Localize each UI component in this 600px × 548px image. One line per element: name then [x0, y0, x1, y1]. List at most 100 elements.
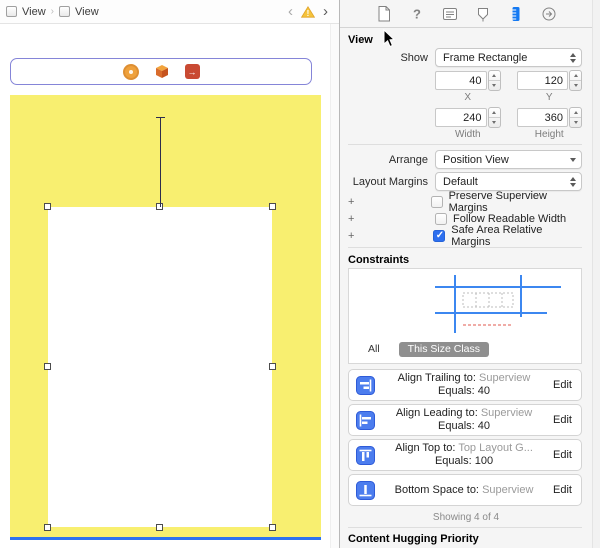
- y-label: Y: [545, 92, 553, 103]
- popup-chevrons-icon: [570, 52, 581, 63]
- separator: [348, 527, 582, 528]
- exit-segue-icon[interactable]: →: [184, 64, 200, 79]
- forward-chevron-icon[interactable]: ›: [320, 4, 331, 19]
- checkbox-safe-area-relative-margins[interactable]: [433, 229, 446, 242]
- resize-handle-bottom-middle[interactable]: [156, 524, 163, 531]
- tab-this-size-class[interactable]: This Size Class: [398, 342, 490, 357]
- breadcrumb-chevron-icon: ›: [50, 6, 54, 17]
- bottom-constraint-line[interactable]: [10, 537, 321, 540]
- tab-all[interactable]: All: [359, 342, 389, 357]
- constraints-section-title: Constraints: [348, 254, 410, 266]
- width-field[interactable]: [435, 108, 487, 127]
- top-constraint-line[interactable]: [160, 117, 161, 207]
- align-top-icon: [356, 445, 375, 465]
- height-label: Height: [534, 129, 564, 140]
- show-label: Show: [400, 51, 428, 64]
- constraint-target: Superview: [479, 372, 531, 384]
- arrange-popup[interactable]: Position View: [435, 150, 582, 169]
- first-responder-cube-icon[interactable]: [154, 64, 170, 80]
- y-stepper[interactable]: [569, 70, 582, 91]
- layout-margins-label: Layout Margins: [352, 175, 428, 188]
- checkbox-label: Safe Area Relative Margins: [451, 223, 543, 248]
- wh-fields-row: [435, 107, 582, 128]
- resize-handle-middle-right[interactable]: [269, 363, 276, 370]
- canvas-pane: View › View ‹ ! › →: [0, 0, 340, 548]
- align-trailing-icon: [356, 375, 375, 395]
- add-variation-button[interactable]: +: [348, 213, 360, 225]
- inspector-content: ? View Show Frame Rectangle 40 120 X Y 2…: [340, 0, 592, 548]
- resize-handle-bottom-right[interactable]: [269, 524, 276, 531]
- identity-inspector-icon[interactable]: [441, 5, 458, 22]
- resize-handle-top-right[interactable]: [269, 203, 276, 210]
- equals-label: Equals:: [438, 385, 475, 397]
- arrange-row: Arrange Position View: [340, 150, 582, 169]
- size-inspector-panel: ? View Show Frame Rectangle 40 120 X Y 2…: [340, 0, 600, 548]
- equals-label: Equals:: [438, 420, 475, 432]
- constraint-text: Align Trailing to: Superview Equals: 40: [379, 372, 549, 398]
- file-inspector-icon[interactable]: [375, 5, 392, 22]
- layout-margins-popup[interactable]: Default: [435, 172, 582, 191]
- checkbox-follow-readable-width[interactable]: [435, 212, 447, 225]
- canvas-scrollbar[interactable]: [330, 24, 339, 548]
- selected-view-white[interactable]: [44, 203, 276, 531]
- constraint-title: Align Leading to:: [395, 407, 478, 419]
- preserve-superview-margins-row: + Preserve Superview Margins: [348, 190, 582, 214]
- size-class-tabs: All This Size Class: [349, 342, 581, 363]
- wh-labels: Width Height: [435, 129, 582, 140]
- layout-margins-row: Layout Margins Default: [340, 172, 582, 191]
- back-chevron-icon[interactable]: ‹: [285, 4, 296, 19]
- resize-handle-bottom-left[interactable]: [44, 524, 51, 531]
- y-field[interactable]: [516, 71, 568, 90]
- add-variation-button[interactable]: +: [348, 230, 360, 242]
- show-popup-value: Frame Rectangle: [443, 51, 528, 64]
- constraint-title: Bottom Space to:: [394, 483, 479, 496]
- popup-chevron-icon: [570, 157, 581, 162]
- equals-value: 40: [477, 420, 491, 432]
- size-inspector-icon[interactable]: [507, 5, 524, 22]
- edit-button[interactable]: Edit: [553, 449, 572, 461]
- equals-value: 100: [474, 455, 494, 467]
- superview-yellow[interactable]: [10, 95, 321, 537]
- resize-handle-top-left[interactable]: [44, 203, 51, 210]
- content-hugging-priority-title: Content Hugging Priority: [348, 533, 479, 545]
- x-stepper[interactable]: [487, 70, 501, 91]
- warning-triangle-icon[interactable]: !: [301, 5, 315, 18]
- breadcrumb-item-view-2[interactable]: View: [75, 6, 99, 18]
- svg-text:!: !: [307, 9, 310, 18]
- constraint-target: Top Layout G...: [458, 442, 533, 454]
- checkbox-preserve-superview-margins[interactable]: [430, 195, 443, 208]
- constraint-row-align-top[interactable]: Align Top to: Top Layout G... Equals: 10…: [348, 439, 582, 471]
- add-variation-button[interactable]: +: [348, 196, 359, 208]
- popup-chevrons-icon: [570, 176, 581, 187]
- x-label: X: [464, 92, 472, 103]
- view-object-icon: [59, 6, 70, 17]
- x-field[interactable]: [435, 71, 487, 90]
- attributes-inspector-icon[interactable]: [474, 5, 491, 22]
- constraint-text: Align Leading to: Superview Equals: 40: [379, 407, 549, 433]
- inspector-scrollbar[interactable]: [592, 0, 600, 548]
- edit-button[interactable]: Edit: [553, 414, 572, 426]
- constraint-row-align-trailing[interactable]: Align Trailing to: Superview Equals: 40 …: [348, 369, 582, 401]
- edit-button[interactable]: Edit: [553, 379, 572, 391]
- layout-margins-popup-value: Default: [443, 175, 478, 188]
- showing-count: Showing 4 of 4: [432, 512, 500, 523]
- height-field[interactable]: [516, 108, 568, 127]
- show-popup[interactable]: Frame Rectangle: [435, 48, 582, 67]
- constraint-target: Superview: [482, 483, 534, 496]
- edit-button[interactable]: Edit: [553, 484, 572, 496]
- checkbox-label: Preserve Superview Margins: [448, 189, 547, 214]
- constraints-diagram[interactable]: [349, 269, 581, 339]
- view-controller-icon[interactable]: [122, 63, 139, 80]
- constraint-row-bottom-space[interactable]: Bottom Space to: Superview Edit: [348, 474, 582, 506]
- height-stepper[interactable]: [569, 107, 582, 128]
- constraint-title: Align Top to:: [395, 442, 456, 454]
- width-stepper[interactable]: [487, 107, 501, 128]
- quick-help-icon[interactable]: ?: [408, 5, 425, 22]
- view-document-icon: [6, 6, 17, 17]
- resize-handle-middle-left[interactable]: [44, 363, 51, 370]
- connections-inspector-icon[interactable]: [540, 5, 557, 22]
- align-leading-icon: [356, 410, 375, 430]
- breadcrumb-item-view-1[interactable]: View: [22, 6, 46, 18]
- constraint-row-align-leading[interactable]: Align Leading to: Superview Equals: 40 E…: [348, 404, 582, 436]
- safe-area-relative-margins-row: + Safe Area Relative Margins: [348, 224, 582, 248]
